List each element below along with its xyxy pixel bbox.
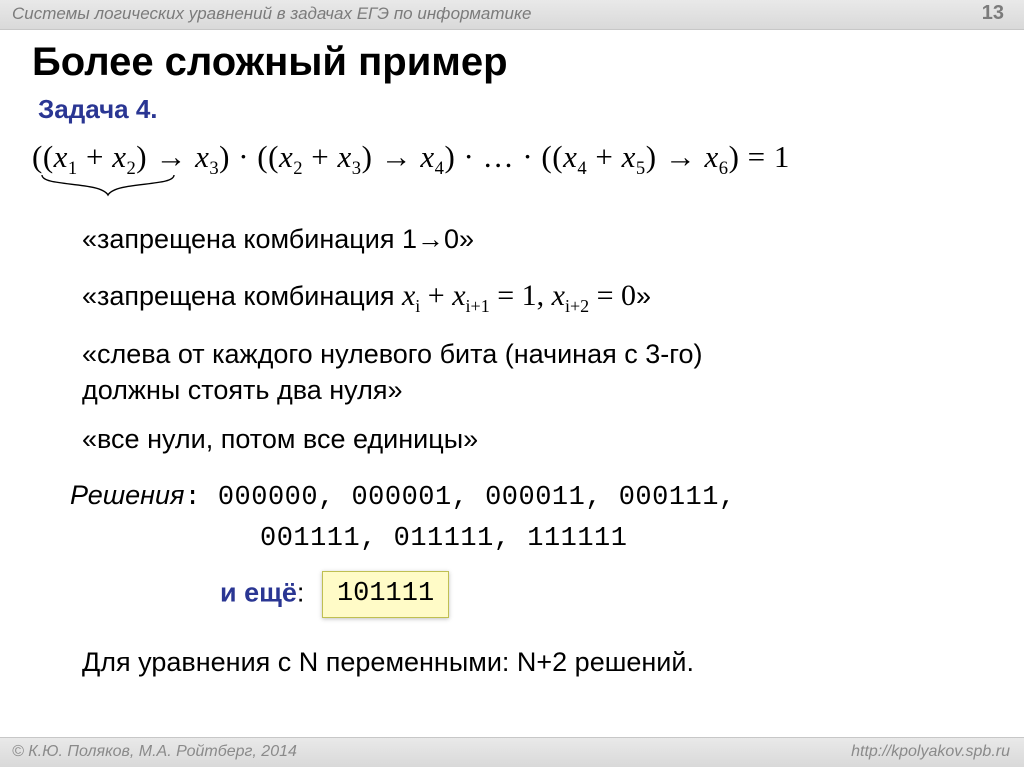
- header-bar: Системы логических уравнений в задачах Е…: [0, 0, 1024, 30]
- solutions-label: Решения: [70, 480, 184, 510]
- slide: Системы логических уравнений в задачах Е…: [0, 0, 1024, 767]
- solutions-line2: 001111, 011111, 111111: [260, 521, 984, 557]
- highlighted-value: 101111: [322, 571, 449, 617]
- note-4: «все нули, потом все единицы»: [82, 421, 984, 457]
- brace-icon: [40, 173, 180, 203]
- task-label: Задача 4.: [38, 94, 158, 125]
- note-1: «запрещена комбинация 1→0»: [82, 221, 984, 257]
- breadcrumb: Системы логических уравнений в задачах Е…: [12, 4, 532, 24]
- page-title: Более сложный пример: [32, 40, 508, 85]
- underbrace: [34, 181, 984, 211]
- extra-solution: и ещё: 101111: [220, 571, 984, 617]
- footer-bar: © К.Ю. Поляков, М.А. Ройтберг, 2014 http…: [0, 737, 1024, 767]
- final-statement: Для уравнения с N переменными: N+2 решен…: [82, 644, 984, 680]
- solutions-line1: Решения: 000000, 000001, 000011, 000111,: [70, 477, 984, 516]
- page-number: 13: [982, 2, 1004, 25]
- footer-url: http://kpolyakov.spb.ru: [851, 743, 1010, 761]
- content-area: ((x1 + x2) → x3) · ((x2 + x3) → x4) · … …: [0, 130, 1024, 680]
- note-2: «запрещена комбинация xi + xi+1 = 1, xi+…: [82, 276, 984, 318]
- copyright: © К.Ю. Поляков, М.А. Ройтберг, 2014: [12, 743, 297, 761]
- note-3a: «слева от каждого нулевого бита (начиная…: [82, 336, 984, 372]
- extra-label: и ещё: [220, 578, 297, 608]
- note-3b: должны стоять два нуля»: [82, 372, 984, 408]
